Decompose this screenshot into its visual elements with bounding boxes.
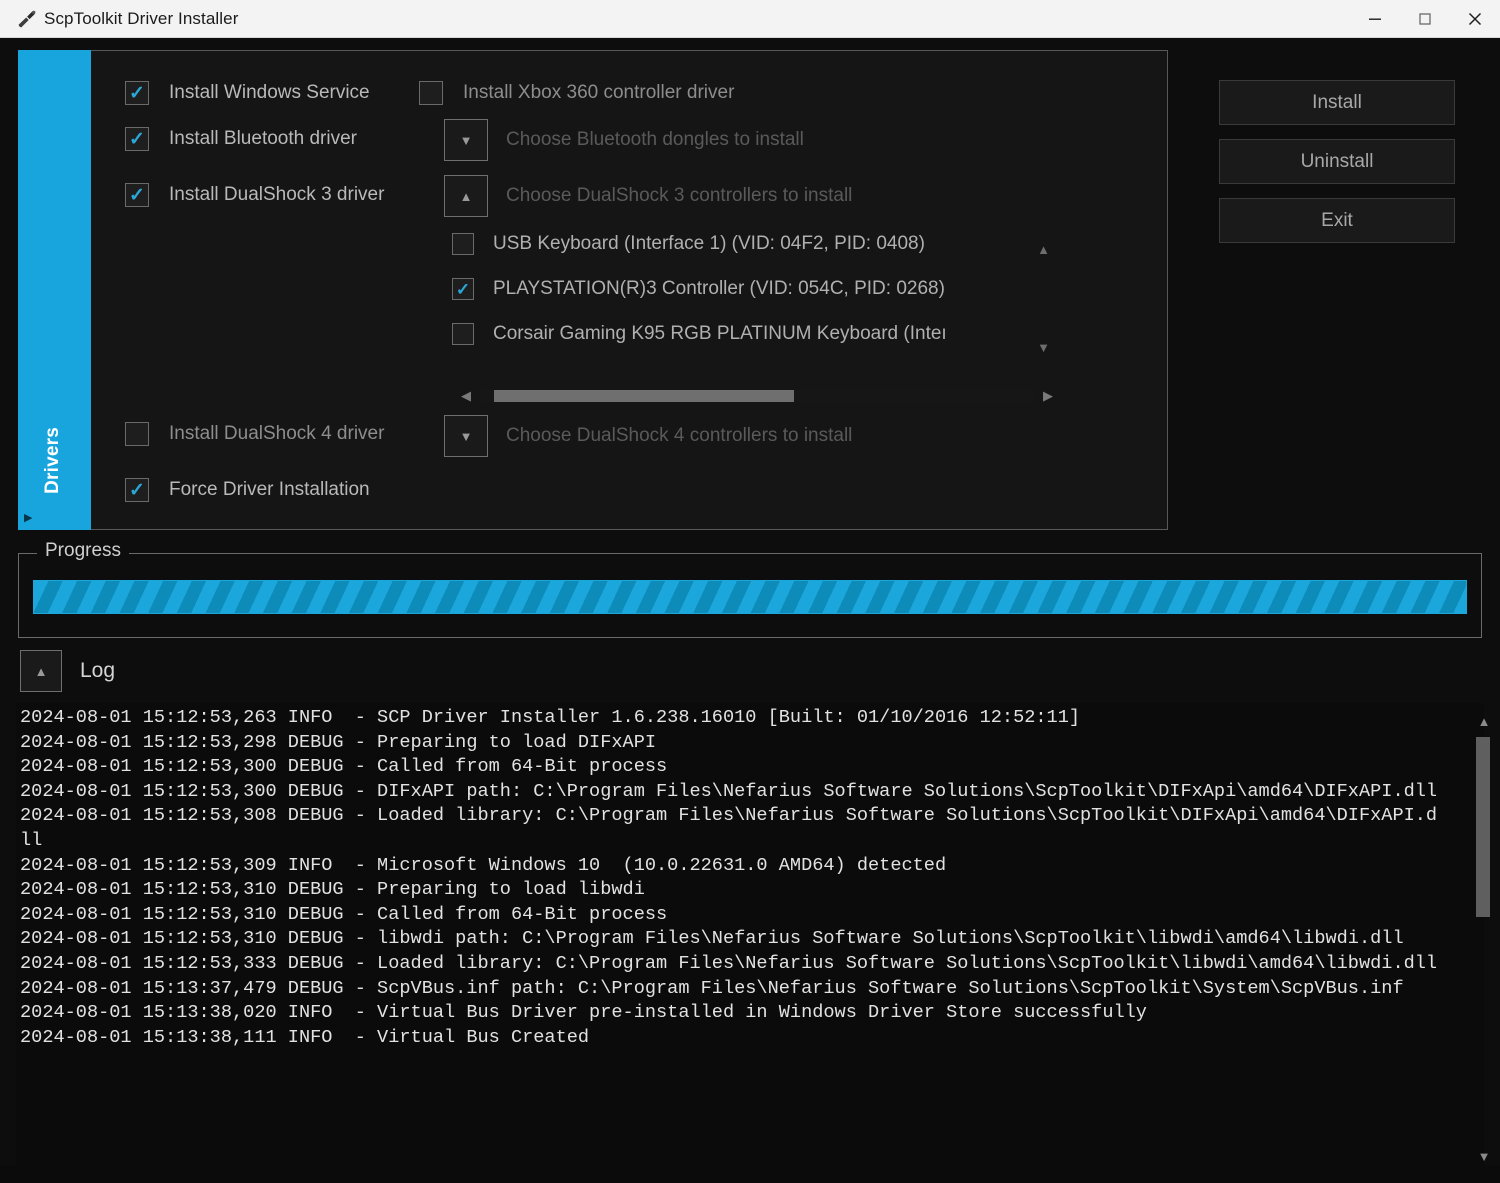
chevron-up-icon: ▲ <box>459 188 473 204</box>
checkbox-install-ds3-driver[interactable]: ✓ <box>125 183 149 207</box>
label-device-2: Corsair Gaming K95 RGB PLATINUM Keyboard… <box>493 323 947 344</box>
dropdown-toggle-bluetooth[interactable]: ▼ <box>444 119 488 161</box>
log-scroll-up-icon[interactable]: ▲ <box>1475 715 1493 728</box>
option-force-driver-installation[interactable]: ✓ Force Driver Installation <box>125 478 370 502</box>
minimize-button[interactable] <box>1350 0 1400 38</box>
list-scroll-down-icon[interactable]: ▼ <box>1037 341 1050 354</box>
checkbox-force-driver-installation[interactable]: ✓ <box>125 478 149 502</box>
list-item[interactable]: USB Keyboard (Interface 1) (VID: 04F2, P… <box>452 233 925 255</box>
uninstall-button[interactable]: Uninstall <box>1219 139 1455 184</box>
sidebar-tab-drivers-label: Drivers <box>42 427 63 494</box>
action-buttons: Install Uninstall Exit <box>1219 80 1455 257</box>
maximize-button[interactable] <box>1400 0 1450 38</box>
progress-legend: Progress <box>37 540 130 562</box>
label-install-ds4-driver: Install DualShock 4 driver <box>169 423 385 444</box>
option-install-ds4-driver[interactable]: Install DualShock 4 driver <box>125 422 384 446</box>
progress-group: Progress <box>18 540 1482 638</box>
check-icon: ✓ <box>455 279 471 299</box>
dropdown-label-ds4: Choose DualShock 4 controllers to instal… <box>506 425 853 446</box>
log-vscrollbar[interactable]: ▲ ▼ <box>1472 703 1494 1173</box>
progress-bar <box>33 580 1467 614</box>
label-install-windows-service: Install Windows Service <box>169 82 370 103</box>
checkbox-device-2[interactable] <box>452 323 474 345</box>
log-scroll-down-icon[interactable]: ▼ <box>1475 1150 1493 1163</box>
chevron-right-icon[interactable]: ▶ <box>24 513 32 524</box>
install-button[interactable]: Install <box>1219 80 1455 125</box>
check-icon: ✓ <box>129 82 145 104</box>
dropdown-ds4-controllers[interactable]: ▼ Choose DualShock 4 controllers to inst… <box>444 415 852 457</box>
log-header[interactable]: ▲ Log <box>20 650 115 692</box>
list-item[interactable]: Corsair Gaming K95 RGB PLATINUM Keyboard… <box>452 323 947 345</box>
dropdown-ds3-controllers[interactable]: ▲ Choose DualShock 3 controllers to inst… <box>444 175 852 217</box>
label-device-1: PLAYSTATION(R)3 Controller (VID: 054C, P… <box>493 278 945 299</box>
title-bar[interactable]: ScpToolkit Driver Installer <box>0 0 1500 38</box>
exit-button[interactable]: Exit <box>1219 198 1455 243</box>
option-install-ds3-driver[interactable]: ✓ Install DualShock 3 driver <box>125 183 384 207</box>
check-icon: ✓ <box>129 128 145 150</box>
log-text: 2024-08-01 15:12:53,263 INFO - SCP Drive… <box>20 707 1438 1048</box>
chevron-down-icon: ▼ <box>459 428 473 444</box>
ds3-device-list[interactable]: USB Keyboard (Interface 1) (VID: 04F2, P… <box>452 233 1062 405</box>
dropdown-label-bluetooth: Choose Bluetooth dongles to install <box>506 129 804 150</box>
chevron-down-icon: ▼ <box>459 132 473 148</box>
close-button[interactable] <box>1450 0 1500 38</box>
hscroll-left-icon[interactable]: ◀ <box>452 388 480 404</box>
checkbox-device-0[interactable] <box>452 233 474 255</box>
sidebar-tab-drivers[interactable]: Drivers ▶ <box>18 50 91 530</box>
check-icon: ✓ <box>129 479 145 501</box>
hscroll-right-icon[interactable]: ▶ <box>1034 388 1062 404</box>
checkbox-install-ds4-driver[interactable] <box>125 422 149 446</box>
dropdown-toggle-ds4[interactable]: ▼ <box>444 415 488 457</box>
window-controls <box>1350 0 1500 38</box>
checkbox-install-windows-service[interactable]: ✓ <box>125 81 149 105</box>
checkbox-install-xbox360-driver[interactable] <box>419 81 443 105</box>
label-install-bluetooth-driver: Install Bluetooth driver <box>169 128 357 149</box>
hscroll-thumb[interactable] <box>494 390 794 402</box>
log-scroll-thumb[interactable] <box>1476 737 1490 917</box>
list-item[interactable]: ✓ PLAYSTATION(R)3 Controller (VID: 054C,… <box>452 278 945 300</box>
check-icon: ✓ <box>129 184 145 206</box>
device-list-hscrollbar[interactable]: ◀ ▶ <box>452 383 1062 409</box>
checkbox-install-bluetooth-driver[interactable]: ✓ <box>125 127 149 151</box>
drivers-options-panel: ✓ Install Windows Service Install Xbox 3… <box>91 50 1168 530</box>
log-output[interactable]: 2024-08-01 15:12:53,263 INFO - SCP Drive… <box>16 703 1484 1183</box>
label-device-0: USB Keyboard (Interface 1) (VID: 04F2, P… <box>493 233 925 254</box>
dropdown-bluetooth-dongles[interactable]: ▼ Choose Bluetooth dongles to install <box>444 119 804 161</box>
screwdriver-icon <box>12 0 42 38</box>
hscroll-track[interactable] <box>480 390 1034 402</box>
main-body: Drivers ▶ ✓ Install Windows Service Inst… <box>0 38 1500 1183</box>
log-collapse-toggle[interactable]: ▲ <box>20 650 62 692</box>
chevron-up-icon: ▲ <box>34 663 48 679</box>
list-scroll-up-icon[interactable]: ▲ <box>1037 243 1050 256</box>
label-install-ds3-driver: Install DualShock 3 driver <box>169 184 385 205</box>
log-title: Log <box>80 659 116 682</box>
option-install-xbox360-driver[interactable]: Install Xbox 360 controller driver <box>419 81 734 105</box>
option-install-windows-service[interactable]: ✓ Install Windows Service <box>125 81 370 105</box>
label-force-driver-installation: Force Driver Installation <box>169 479 370 500</box>
dropdown-label-ds3: Choose DualShock 3 controllers to instal… <box>506 185 853 206</box>
option-install-bluetooth-driver[interactable]: ✓ Install Bluetooth driver <box>125 127 357 151</box>
checkbox-device-1[interactable]: ✓ <box>452 278 474 300</box>
window-title: ScpToolkit Driver Installer <box>44 8 239 28</box>
label-install-xbox360-driver: Install Xbox 360 controller driver <box>463 82 735 103</box>
dropdown-toggle-ds3[interactable]: ▲ <box>444 175 488 217</box>
